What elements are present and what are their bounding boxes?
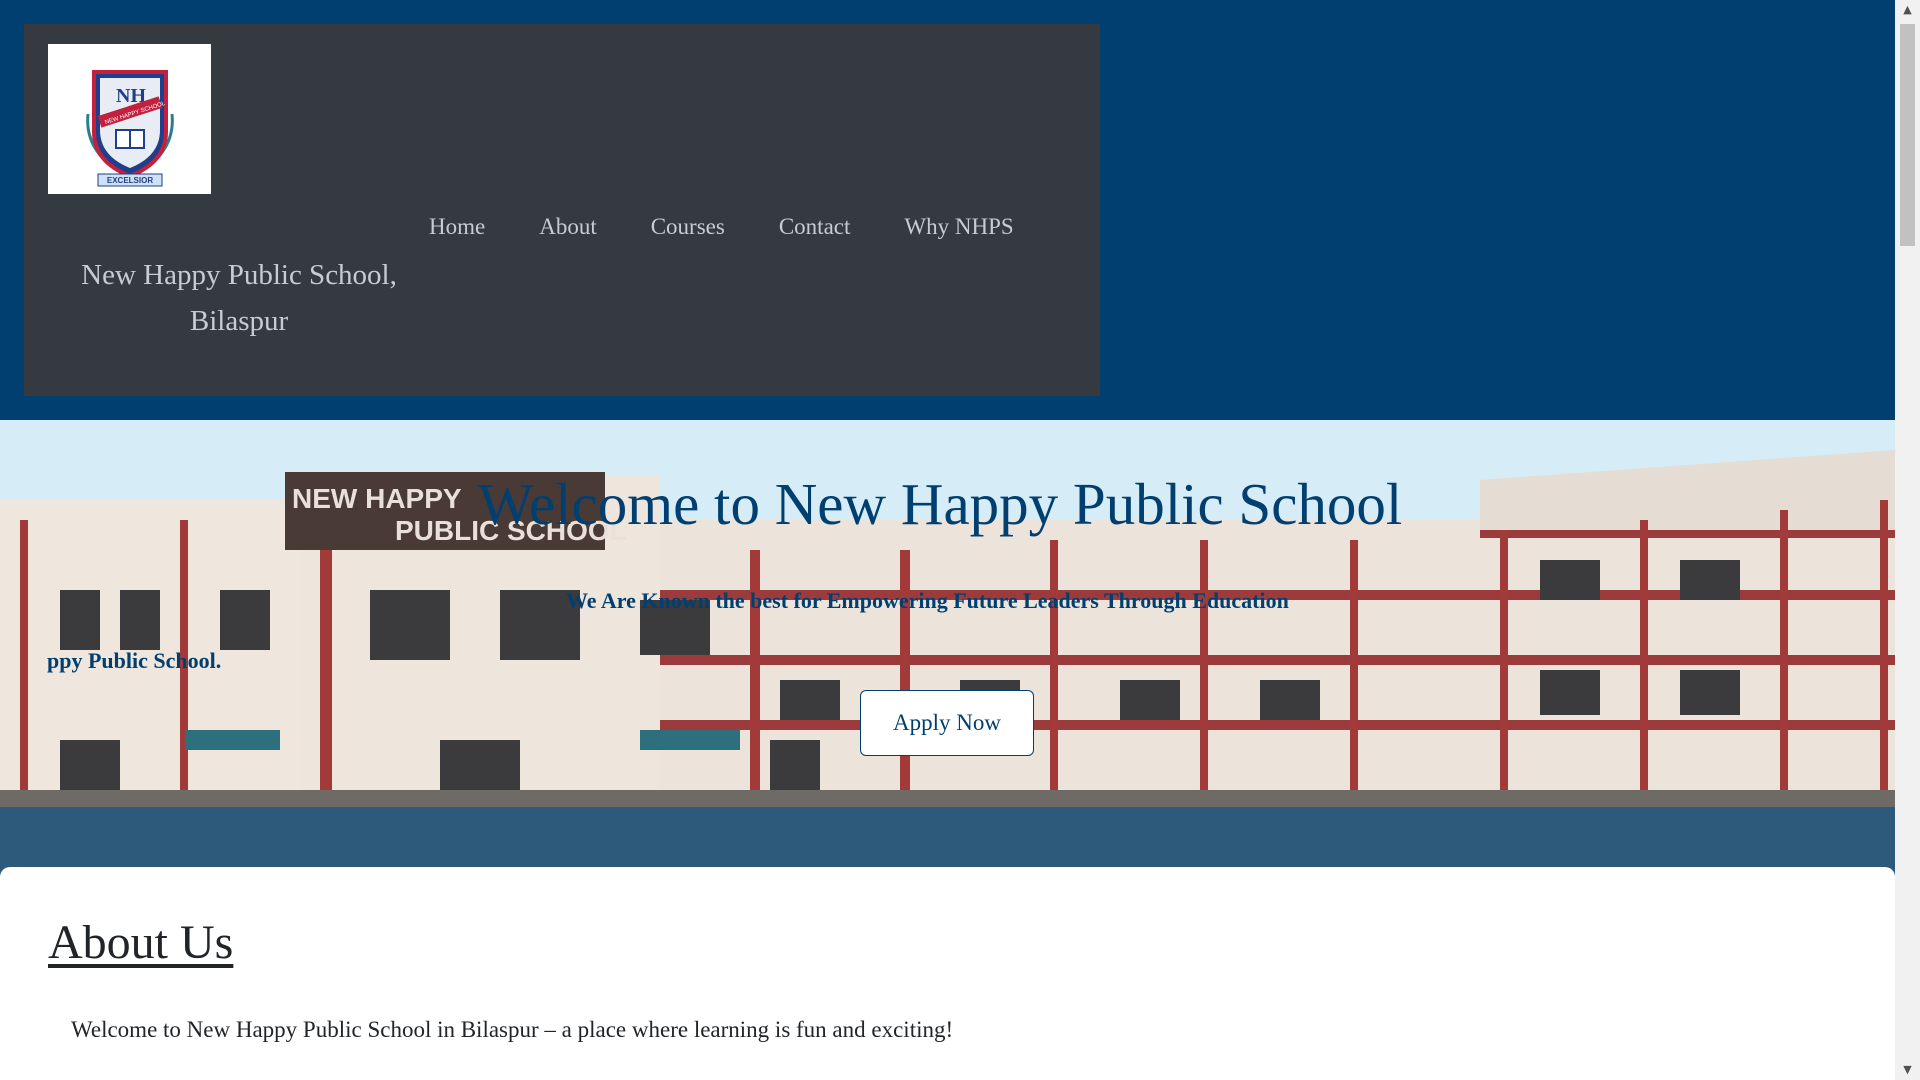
main-nav: Home About Courses Contact Why NHPS: [402, 194, 1041, 260]
nav-courses[interactable]: Courses: [624, 194, 752, 260]
school-name-line1: New Happy Public School,: [81, 259, 397, 291]
school-name-line2: Bilaspur: [189, 305, 289, 337]
hero-marquee-text: ppy Public School.: [47, 648, 222, 673]
about-heading: About Us: [48, 916, 234, 969]
nav-about[interactable]: About: [512, 194, 624, 260]
nav-why-nhps[interactable]: Why NHPS: [877, 194, 1040, 260]
hero-banner: NEW HAPPY PUBLIC SCHOOL Welcome to New H…: [0, 420, 1895, 807]
school-name: New Happy Public School, Bilaspur: [64, 252, 414, 344]
scroll-thumb[interactable]: [1900, 24, 1915, 246]
school-logo[interactable]: NH NEW HAPPY SCHOOL EXCELSIOR: [48, 44, 211, 194]
vertical-scrollbar[interactable]: ▲ ▼: [1895, 0, 1920, 1080]
apply-now-button[interactable]: Apply Now: [860, 690, 1034, 756]
nav-home[interactable]: Home: [402, 194, 512, 260]
building-sign-line1: NEW HAPPY: [292, 483, 462, 514]
about-section: About Us Welcome to New Happy Public Sch…: [0, 867, 1895, 1080]
scroll-up-arrow-icon[interactable]: ▲: [1895, 0, 1920, 20]
logo-motto: EXCELSIOR: [107, 176, 153, 185]
nav-contact[interactable]: Contact: [752, 194, 878, 260]
header-band: NH NEW HAPPY SCHOOL EXCELSIOR New Happy …: [0, 0, 1895, 420]
navbar: NH NEW HAPPY SCHOOL EXCELSIOR New Happy …: [24, 24, 1100, 396]
page-viewport: NH NEW HAPPY SCHOOL EXCELSIOR New Happy …: [0, 0, 1895, 1080]
school-crest-icon: NH NEW HAPPY SCHOOL EXCELSIOR: [86, 70, 174, 187]
hero-title: Welcome to New Happy Public School: [478, 471, 1403, 537]
scroll-down-arrow-icon[interactable]: ▼: [1895, 1060, 1920, 1080]
about-intro: Welcome to New Happy Public School in Bi…: [71, 1017, 954, 1042]
hero-tagline: We Are Known the best for Empowering Fut…: [566, 588, 1289, 613]
